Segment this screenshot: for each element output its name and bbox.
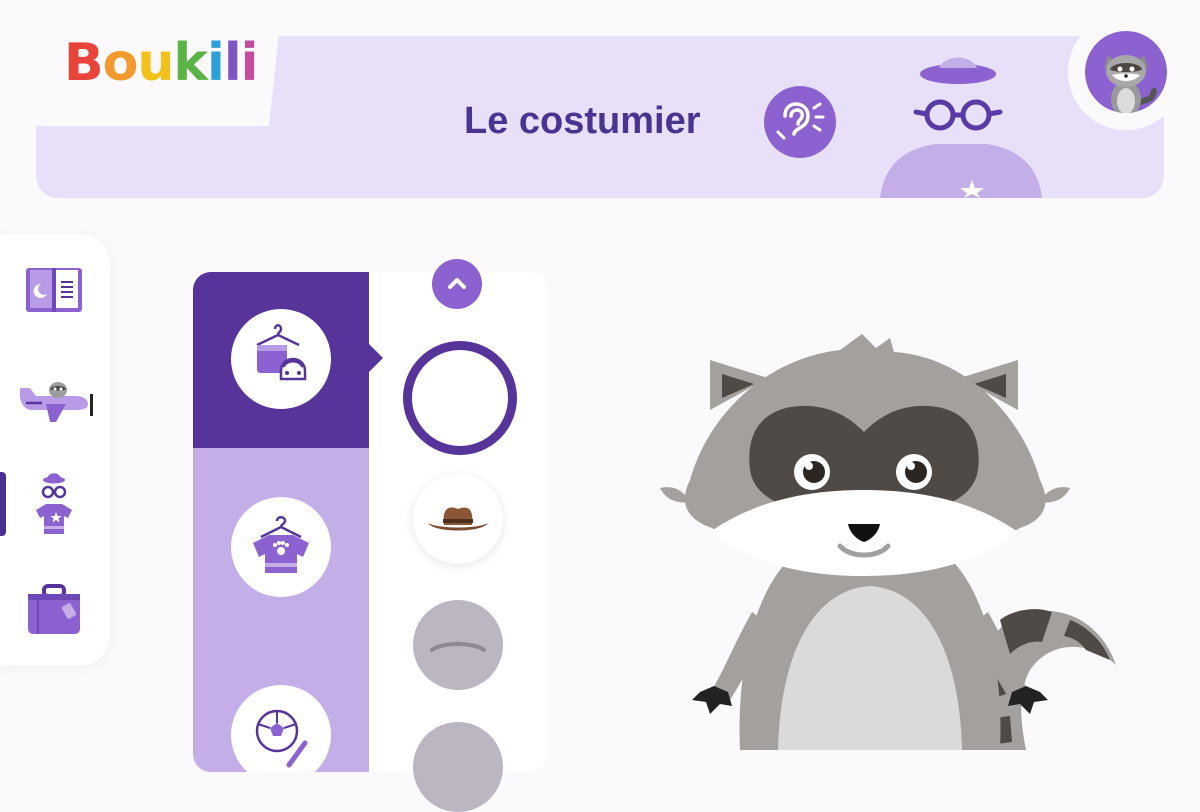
cowboy-hat-icon xyxy=(428,507,488,531)
costumier-icon xyxy=(36,473,72,534)
boukili-logo[interactable]: Boukili xyxy=(64,30,258,96)
category-headwear[interactable] xyxy=(231,309,331,409)
nav-item-costumier[interactable] xyxy=(14,464,94,544)
nav-item-stories[interactable] xyxy=(14,250,94,330)
page-title: Le costumier xyxy=(464,100,701,142)
raccoon-character xyxy=(660,334,1116,750)
raccoon-avatar-icon xyxy=(1104,55,1157,113)
item-cowboy-hat[interactable] xyxy=(413,474,503,564)
item-none-selected[interactable] xyxy=(403,341,517,455)
airplane-icon xyxy=(20,382,93,422)
avatar xyxy=(1085,31,1167,113)
chevron-up-icon xyxy=(448,278,466,289)
nav-active-indicator xyxy=(0,472,6,536)
headwear-clothes-icon xyxy=(256,324,307,381)
nav-item-travel[interactable] xyxy=(14,358,98,438)
category-clothes[interactable] xyxy=(231,497,331,597)
nav-item-luggage[interactable] xyxy=(14,570,94,650)
suitcase-icon xyxy=(28,584,80,634)
scroll-up-button[interactable] xyxy=(432,259,482,309)
hat-locked-icon xyxy=(430,641,486,652)
sports-icon xyxy=(255,709,308,768)
item-hat-locked[interactable] xyxy=(413,600,503,690)
profile-button[interactable] xyxy=(1068,14,1184,130)
item-hat-locked-2[interactable] xyxy=(413,722,503,812)
category-pointer xyxy=(369,344,383,372)
costumier-character-icon xyxy=(880,57,1042,198)
category-sports[interactable] xyxy=(231,685,331,772)
storybook-icon xyxy=(26,268,82,312)
shirt-icon xyxy=(253,516,309,573)
listen-button[interactable] xyxy=(764,86,836,158)
ear-icon xyxy=(776,102,825,140)
